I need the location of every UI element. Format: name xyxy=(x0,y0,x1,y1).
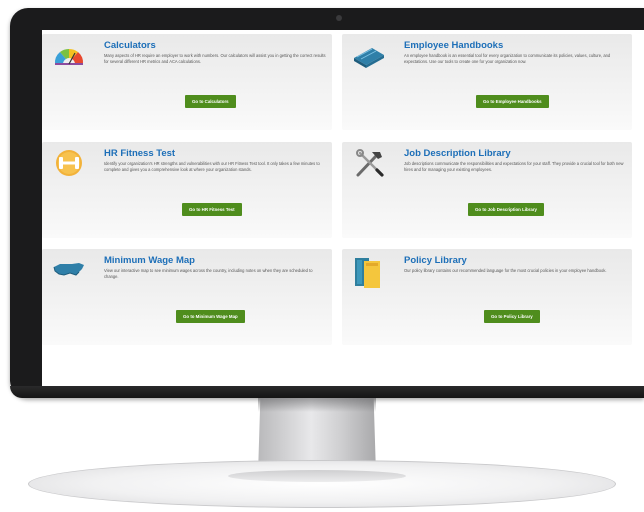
card-description: Job descriptions communicate the respons… xyxy=(404,161,624,172)
go-to-policy-library-button[interactable]: Go to Policy Library xyxy=(484,310,540,323)
go-to-employee-handbooks-button[interactable]: Go to Employee Handbooks xyxy=(476,95,549,108)
card-description: Our policy library contains our recommen… xyxy=(404,268,607,273)
go-to-job-description-library-button[interactable]: Go to Job Description Library xyxy=(468,203,544,216)
monitor-stand-shadow xyxy=(258,398,376,412)
monitor-frame: Calculators Many aspects of HR require a… xyxy=(10,8,644,398)
card-title: Minimum Wage Map xyxy=(104,255,195,266)
handbook-icon xyxy=(354,48,384,68)
card-title: Employee Handbooks xyxy=(404,40,504,51)
card-description: View our interactive map to see minimum … xyxy=(104,268,313,279)
card-policy-library: Policy Library Our policy library contai… xyxy=(342,249,632,345)
card-title: HR Fitness Test xyxy=(104,148,176,159)
card-title: Job Description Library xyxy=(404,148,511,159)
gauge-icon xyxy=(54,48,84,65)
us-map-icon xyxy=(53,263,84,276)
go-to-minimum-wage-map-button[interactable]: Go to Minimum Wage Map xyxy=(176,310,245,323)
card-description: Identify your organization's HR strength… xyxy=(104,161,320,172)
card-description: Many aspects of HR require an employer t… xyxy=(104,53,326,64)
card-calculators: Calculators Many aspects of HR require a… xyxy=(42,34,332,130)
camera-dot xyxy=(336,15,342,21)
go-to-calculators-button[interactable]: Go to Calculators xyxy=(185,95,236,108)
dumbbell-icon xyxy=(56,150,82,176)
folders-icon xyxy=(355,258,380,288)
card-employee-handbooks: Employee Handbooks An employee handbook … xyxy=(342,34,632,130)
monitor-stand-foot xyxy=(228,470,406,482)
card-description: An employee handbook is an essential too… xyxy=(404,53,611,64)
card-title: Policy Library xyxy=(404,255,467,266)
screen: Calculators Many aspects of HR require a… xyxy=(42,30,644,386)
monitor-bezel-bottom xyxy=(10,386,644,398)
card-job-description-library: Job Description Library Job descriptions… xyxy=(342,142,632,238)
card-minimum-wage-map: Minimum Wage Map View our interactive ma… xyxy=(42,249,332,345)
tools-icon xyxy=(356,149,384,177)
card-title: Calculators xyxy=(104,40,156,51)
card-hr-fitness-test: HR Fitness Test Identify your organizati… xyxy=(42,142,332,238)
monitor-stand-base xyxy=(28,460,616,508)
go-to-hr-fitness-test-button[interactable]: Go to HR Fitness Test xyxy=(182,203,242,216)
